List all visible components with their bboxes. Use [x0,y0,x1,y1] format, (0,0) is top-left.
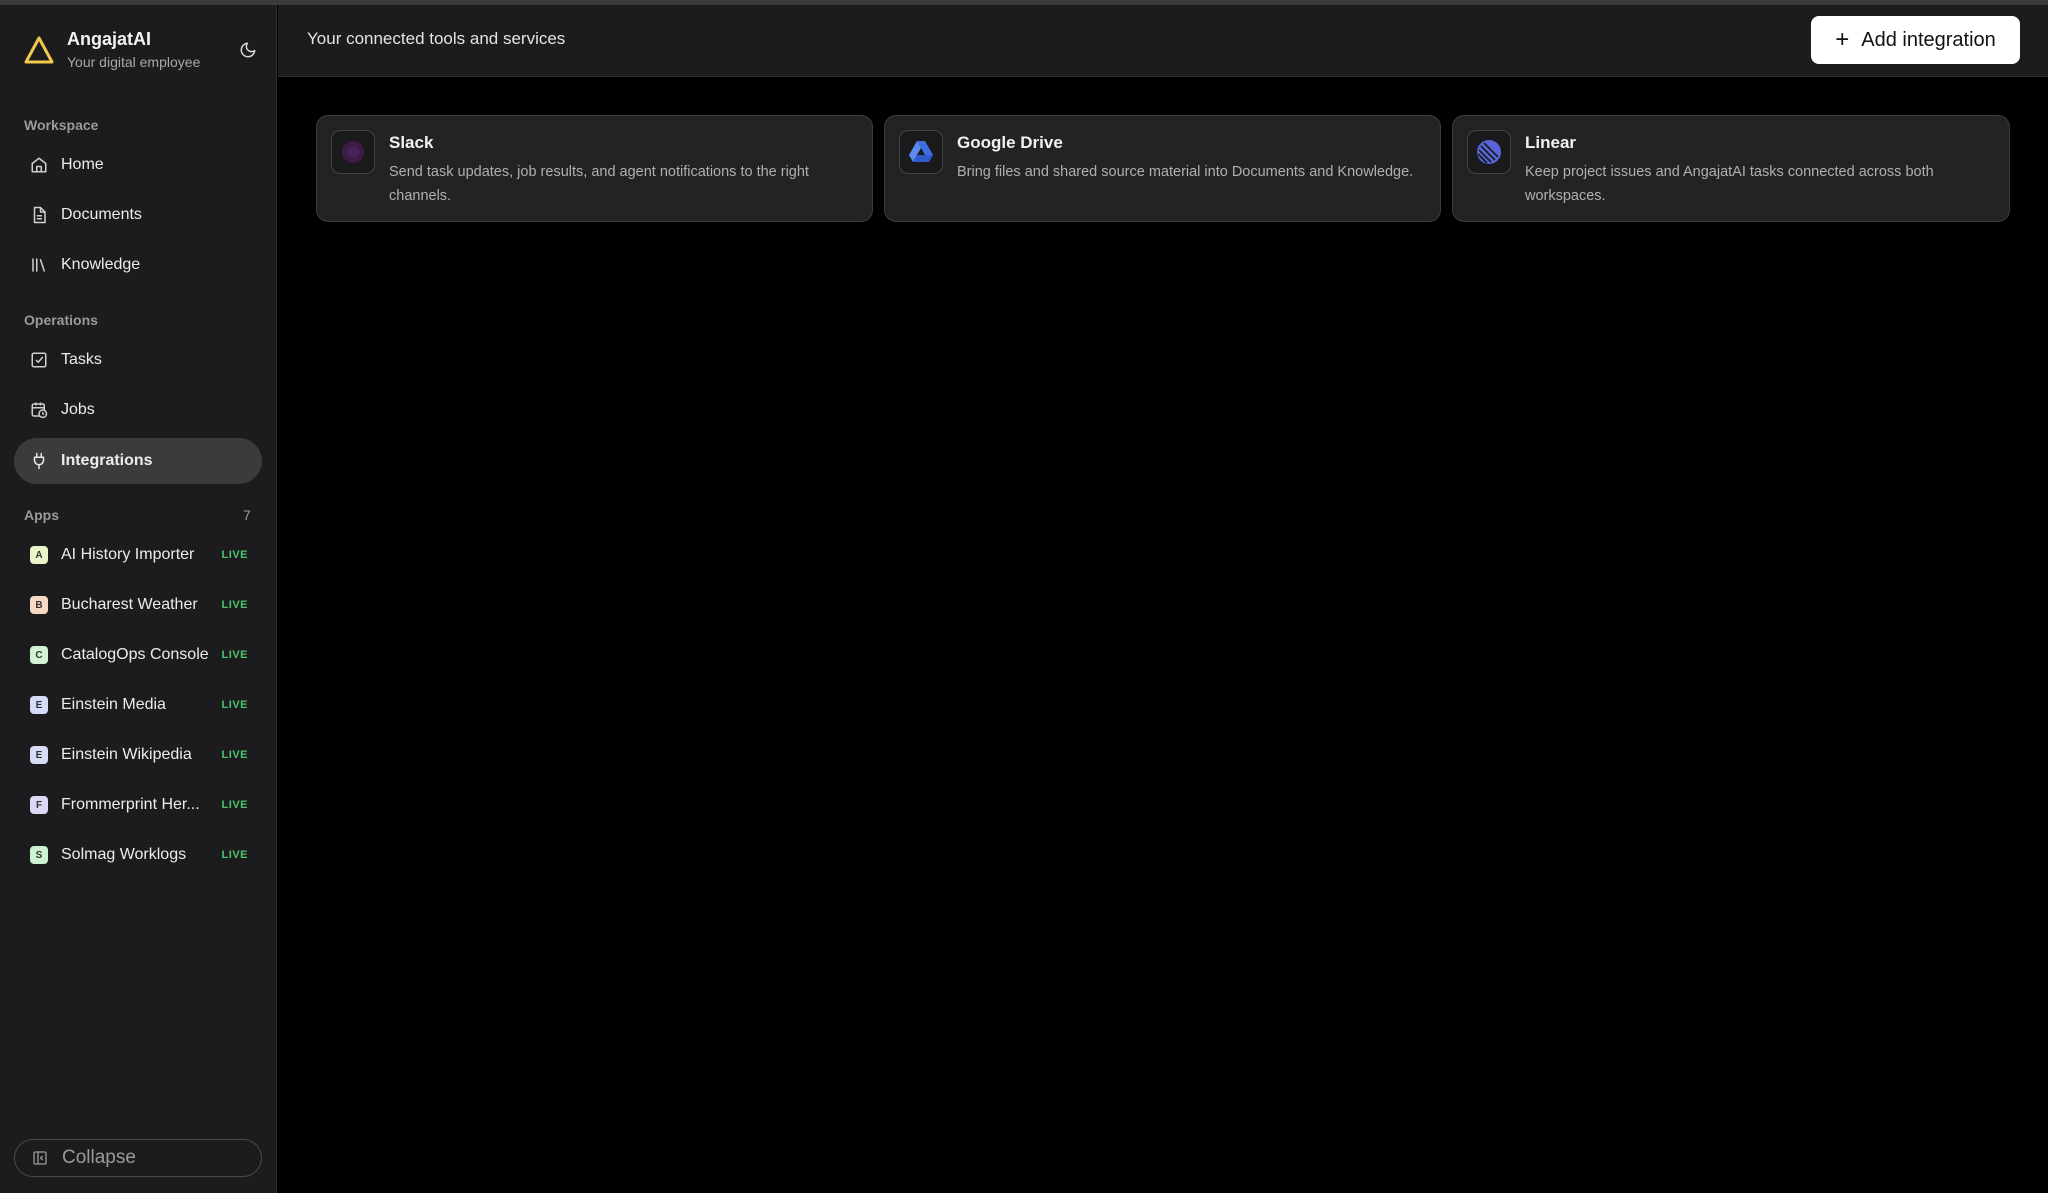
app-item-solmag-worklogs[interactable]: S Solmag Worklogs LIVE [14,833,262,877]
sidebar-item-label: Tasks [61,351,102,368]
integration-description: Keep project issues and AngajatAI tasks … [1525,164,1934,204]
sidebar-item-documents[interactable]: Documents [14,192,262,238]
plug-icon [30,452,48,470]
sidebar-item-label: Integrations [61,452,153,469]
brand-name: AngajatAI [67,29,152,49]
document-icon [30,206,48,224]
add-integration-label: Add integration [1861,28,1996,51]
brand[interactable]: AngajatAI Your digital employee [24,27,264,77]
integration-description: Bring files and shared source material i… [957,164,1414,180]
app-label: AI History Importer [61,546,195,563]
app-item-catalogops-console[interactable]: C CatalogOps Console LIVE [14,633,262,677]
plus-icon: + [1835,26,1850,53]
logo-triangle-icon [24,36,54,64]
live-status-badge: LIVE [221,799,248,811]
app-item-bucharest-weather[interactable]: B Bucharest Weather LIVE [14,583,262,627]
collapse-sidebar-button[interactable]: Collapse [14,1139,262,1177]
live-status-badge: LIVE [221,849,248,861]
integration-name: Slack [389,133,434,152]
sidebar-item-knowledge[interactable]: Knowledge [14,242,262,288]
app-label: Einstein Wikipedia [61,746,192,763]
slack-icon [331,130,375,174]
home-icon [30,156,48,174]
section-label-operations: Operations [24,312,98,328]
app-item-frommerprint[interactable]: F Frommerprint Her... LIVE [14,783,262,827]
app-item-einstein-media[interactable]: E Einstein Media LIVE [14,683,262,727]
page-header: Your connected tools and services + Add … [278,5,2048,77]
app-badge: S [30,846,48,864]
sidebar-item-label: Home [61,156,104,173]
live-status-badge: LIVE [221,749,248,761]
sidebar-collapse-icon [31,1149,49,1167]
app-badge: E [30,696,48,714]
linear-icon [1467,130,1511,174]
app-badge: B [30,596,48,614]
library-icon [30,256,48,274]
integration-card-google-drive[interactable]: Google Drive Bring files and shared sour… [884,115,1441,222]
app-label: Solmag Worklogs [61,846,187,863]
moon-icon [240,42,256,58]
app-badge: F [30,796,48,814]
sidebar: AngajatAI Your digital employee Workspac… [0,5,277,1193]
app-label: Frommerprint Her... [61,796,200,813]
sidebar-item-label: Knowledge [61,256,141,273]
live-status-badge: LIVE [221,599,248,611]
integration-card-slack[interactable]: Slack Send task updates, job results, an… [316,115,873,222]
apps-count-badge: 7 [243,507,251,523]
app-label: Einstein Media [61,696,166,713]
sidebar-item-tasks[interactable]: Tasks [14,337,262,383]
integration-description: Send task updates, job results, and agen… [389,164,809,204]
sidebar-item-label: Documents [61,206,142,223]
app-badge: A [30,546,48,564]
checkbox-icon [30,351,48,369]
calendar-clock-icon [30,401,48,419]
app-badge: E [30,746,48,764]
sidebar-item-integrations[interactable]: Integrations [14,438,262,484]
integration-name: Linear [1525,133,1577,152]
app-item-ai-history-importer[interactable]: A AI History Importer LIVE [14,533,262,577]
sidebar-item-label: Jobs [61,401,95,418]
section-label-apps: Apps [24,507,59,523]
live-status-badge: LIVE [221,549,248,561]
google-drive-icon [899,130,943,174]
theme-toggle-button[interactable] [236,38,260,62]
app-badge: C [30,646,48,664]
integration-card-linear[interactable]: Linear Keep project issues and AngajatAI… [1452,115,2010,222]
integration-name: Google Drive [957,133,1063,152]
app-label: Bucharest Weather [61,596,198,613]
add-integration-button[interactable]: + Add integration [1811,16,2020,64]
live-status-badge: LIVE [221,649,248,661]
live-status-badge: LIVE [221,699,248,711]
app-label: CatalogOps Console [61,646,209,663]
app-item-einstein-wikipedia[interactable]: E Einstein Wikipedia LIVE [14,733,262,777]
section-label-workspace: Workspace [24,117,99,133]
collapse-label: Collapse [62,1147,136,1168]
sidebar-item-jobs[interactable]: Jobs [14,387,262,433]
brand-subtitle: Your digital employee [67,54,201,70]
page-title: Your connected tools and services [307,29,566,48]
sidebar-item-home[interactable]: Home [14,142,262,188]
